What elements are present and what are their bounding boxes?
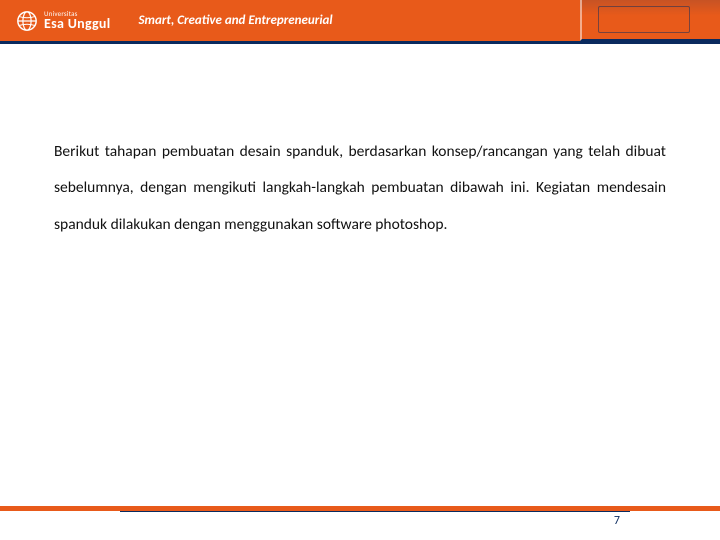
- body-paragraph: Berikut tahapan pembuatan desain spanduk…: [54, 134, 666, 243]
- logo-title: Esa Unggul: [44, 17, 111, 31]
- page-number: 7: [614, 514, 630, 528]
- page-content: Berikut tahapan pembuatan desain spanduk…: [0, 44, 720, 243]
- logo-subtitle: Universitas: [44, 10, 111, 17]
- logo-globe-icon: [16, 10, 38, 32]
- logo-text: Universitas Esa Unggul: [44, 10, 111, 31]
- header-decoration: [580, 0, 720, 41]
- brand-logo: Universitas Esa Unggul: [0, 0, 123, 41]
- page-header: Universitas Esa Unggul Smart, Creative a…: [0, 0, 720, 44]
- header-tagline: Smart, Creative and Entrepreneurial: [139, 13, 333, 28]
- page-footer: 7: [0, 506, 720, 528]
- footer-rule: 7: [120, 511, 630, 528]
